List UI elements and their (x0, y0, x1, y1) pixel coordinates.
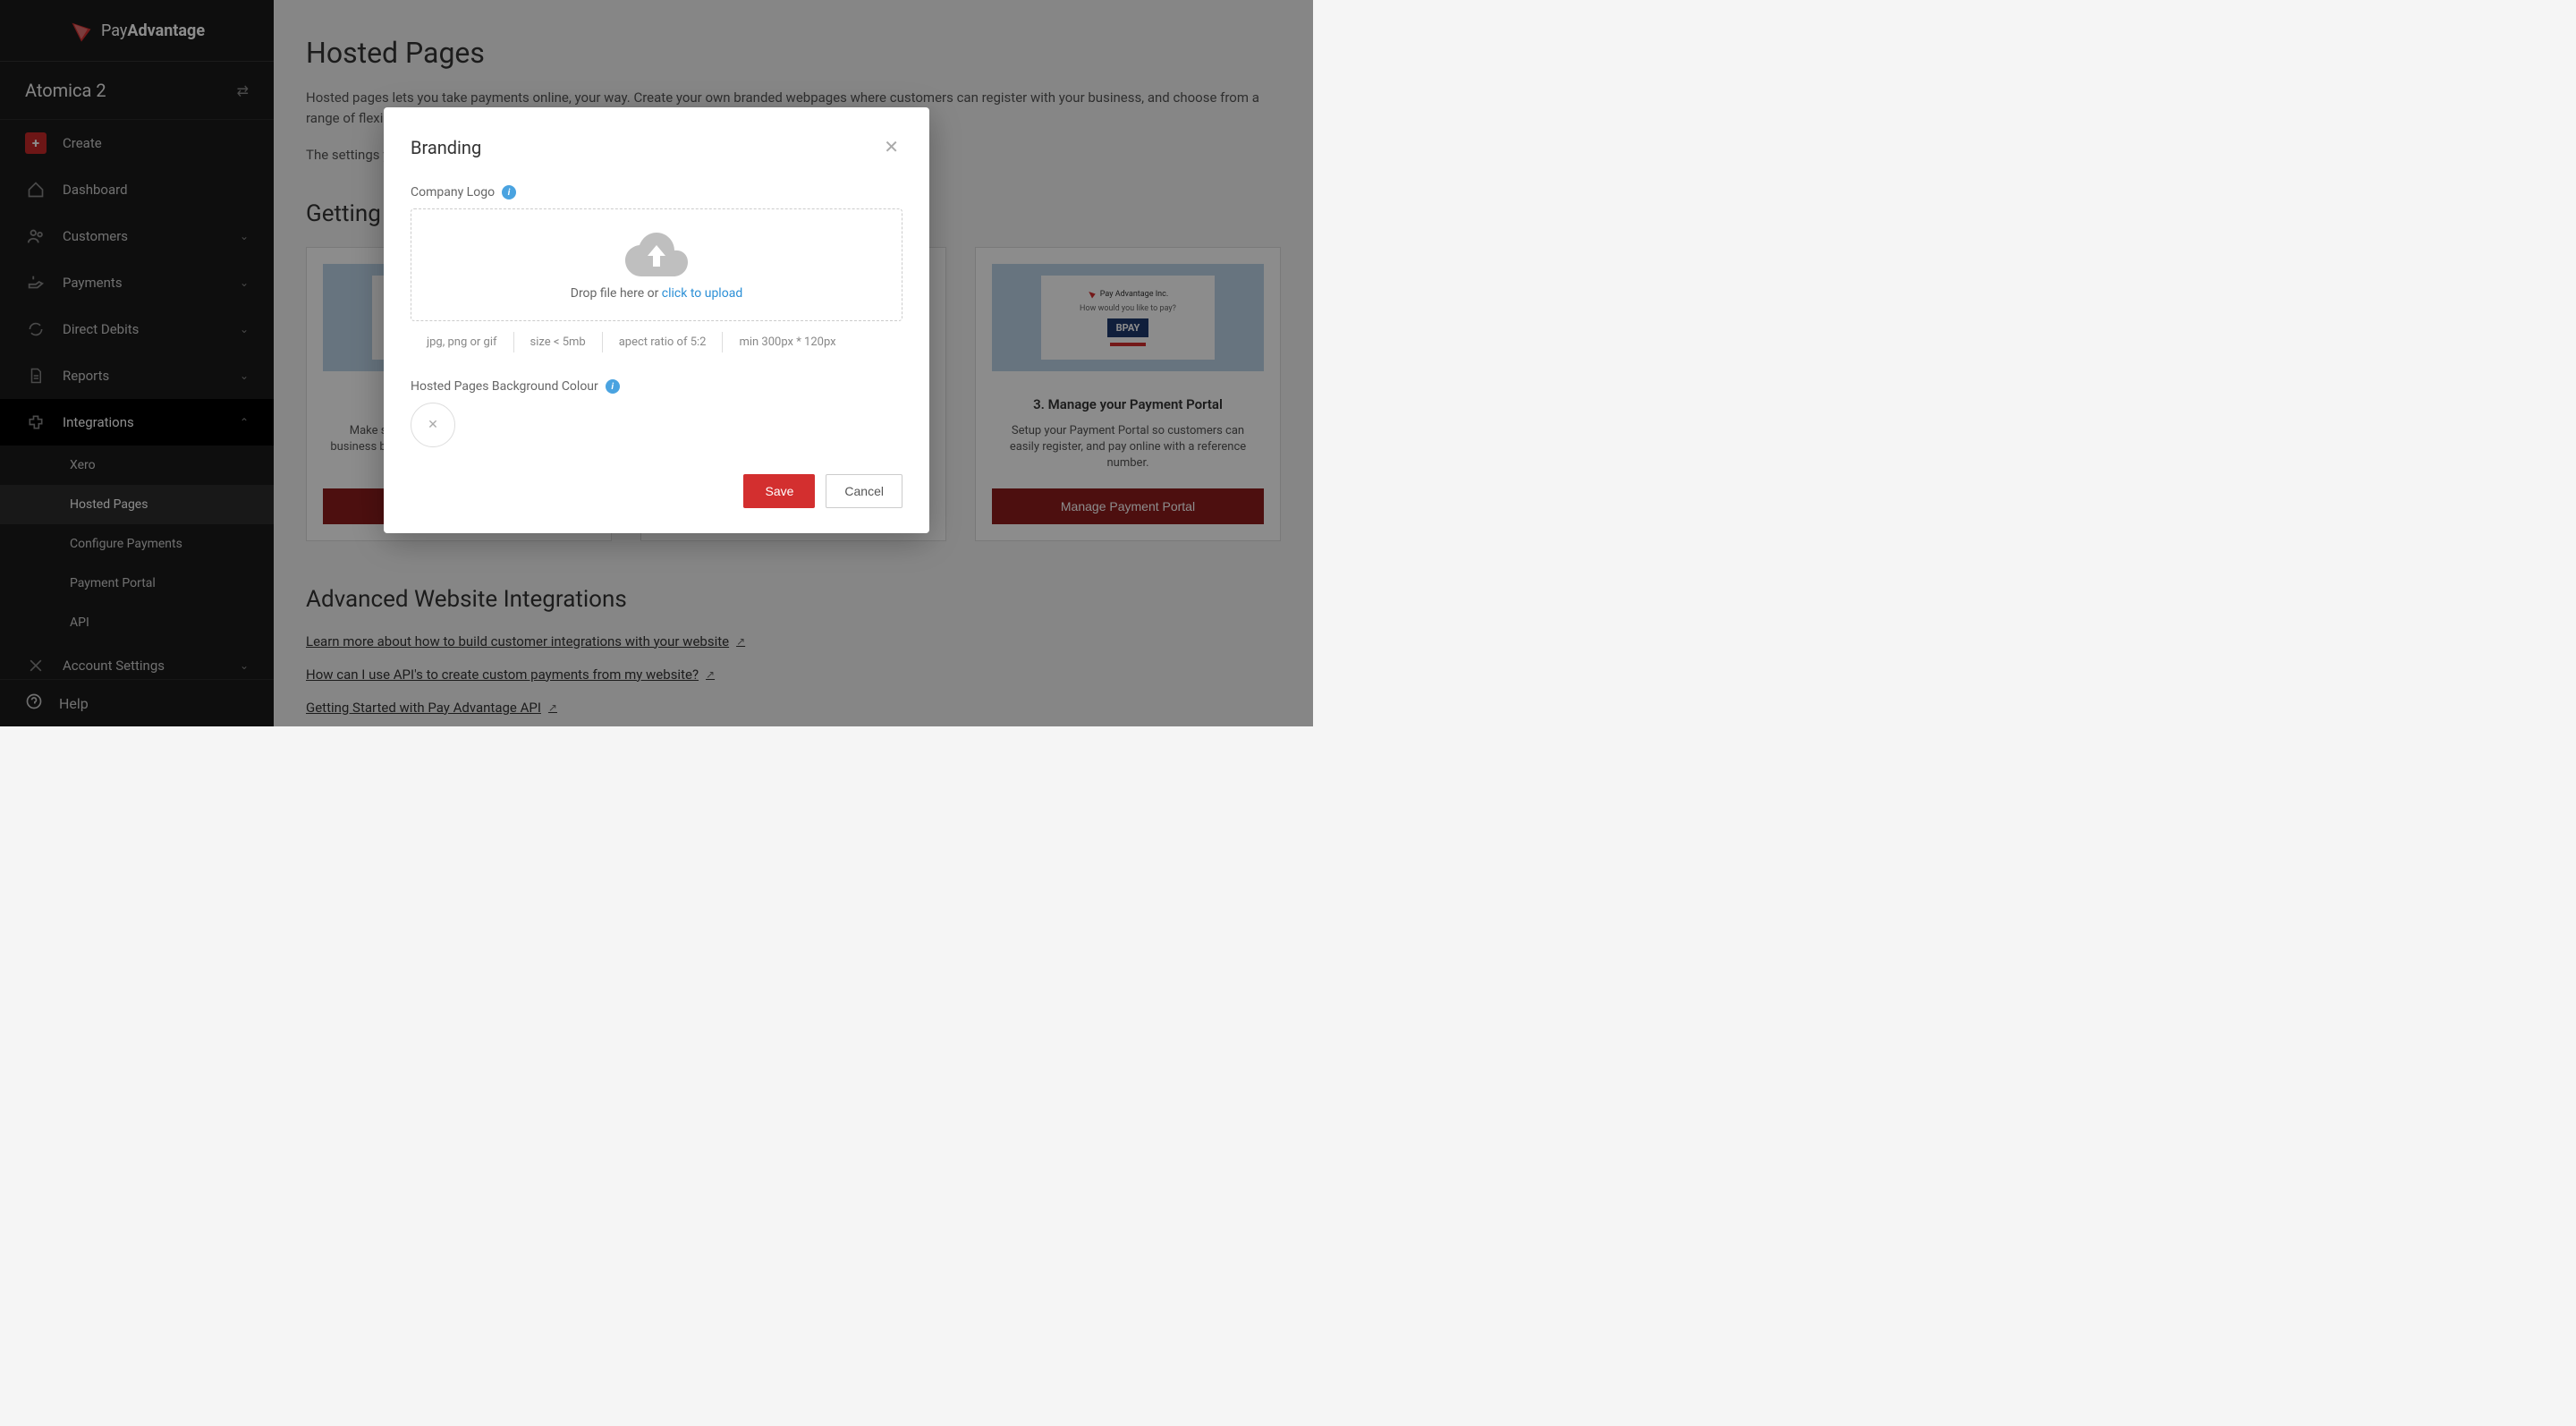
info-icon[interactable]: i (502, 185, 516, 199)
click-to-upload-link[interactable]: click to upload (662, 286, 742, 301)
modal-overlay[interactable]: Branding ✕ Company Logo i Drop file here… (0, 0, 1313, 726)
save-button[interactable]: Save (743, 474, 815, 508)
company-logo-label: Company Logo i (411, 185, 902, 199)
upload-hints: jpg, png or gif size < 5mb apect ratio o… (411, 332, 902, 352)
cloud-upload-icon (625, 229, 688, 277)
colour-swatch[interactable]: ✕ (411, 403, 455, 447)
bg-colour-label: Hosted Pages Background Colour i (411, 379, 902, 394)
hint-filetype: jpg, png or gif (411, 332, 514, 352)
upload-dropzone[interactable]: Drop file here or click to upload (411, 208, 902, 321)
drop-text-prefix: Drop file here or (571, 286, 662, 301)
hint-min: min 300px * 120px (723, 332, 852, 352)
info-icon[interactable]: i (606, 379, 620, 394)
modal-title: Branding (411, 137, 481, 158)
hint-ratio: apect ratio of 5:2 (603, 332, 724, 352)
cancel-button[interactable]: Cancel (826, 474, 902, 508)
close-icon[interactable]: ✕ (880, 132, 902, 162)
hint-size: size < 5mb (514, 332, 603, 352)
branding-modal: Branding ✕ Company Logo i Drop file here… (384, 107, 929, 533)
